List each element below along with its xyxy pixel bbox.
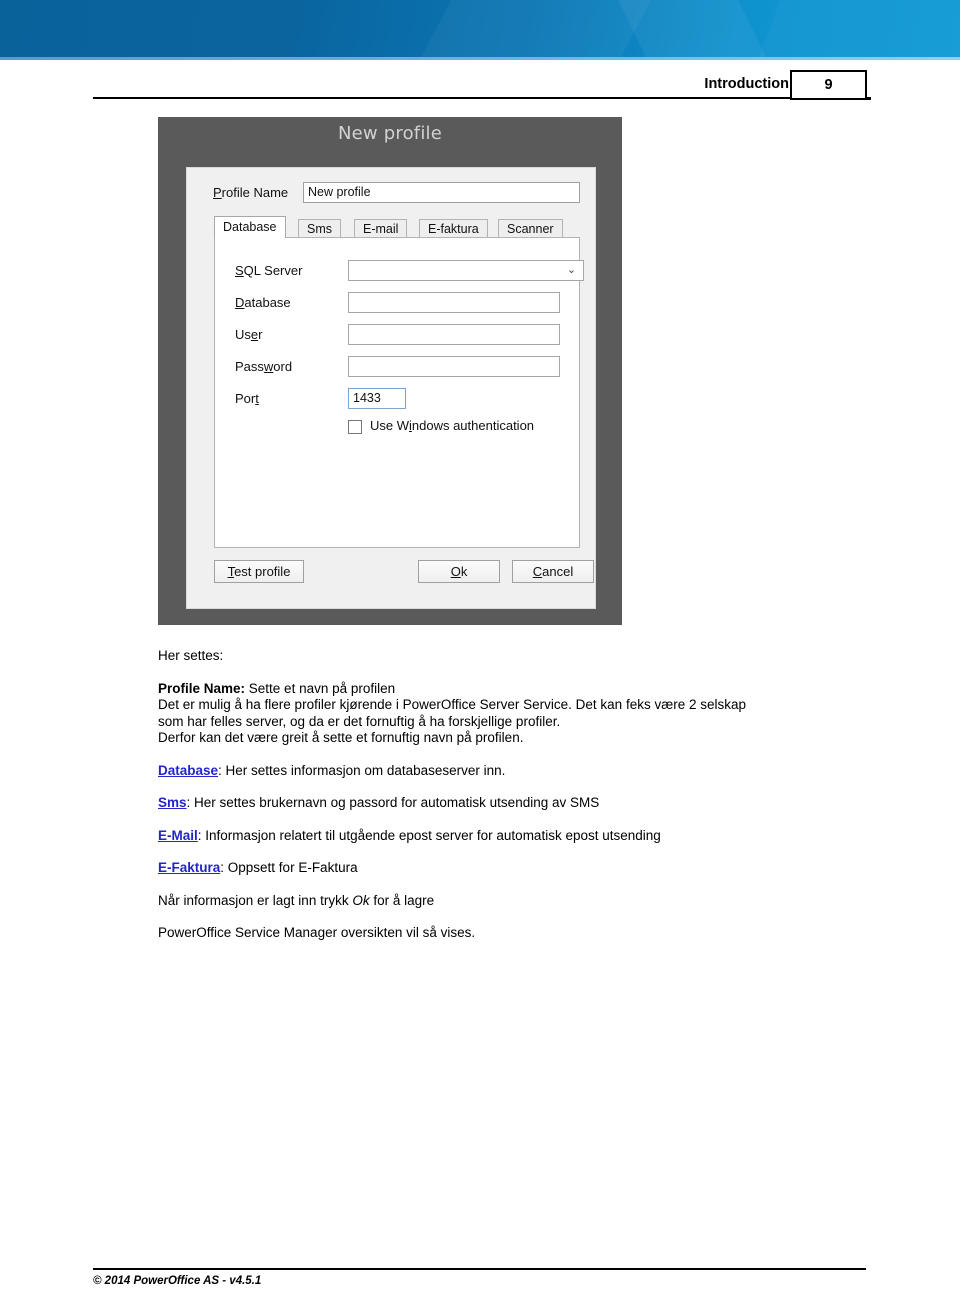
running-head-tick — [866, 97, 871, 100]
tab-sms[interactable]: Sms — [298, 219, 341, 237]
database-desc: : Her settes informasjon om databaseserv… — [218, 762, 506, 778]
profile-name-line2: Det er mulig å ha flere profiler kjørend… — [158, 697, 746, 712]
database-label: Database — [235, 295, 291, 310]
field-row-user: User — [215, 324, 581, 346]
efaktura-paragraph: E-Faktura: Oppsett for E-Faktura — [158, 860, 878, 877]
windows-auth-checkbox[interactable] — [348, 420, 362, 434]
sms-desc: : Her settes brukernavn og passord for a… — [186, 795, 600, 810]
page-number: 9 — [824, 77, 833, 93]
profile-name-input[interactable]: New profile — [303, 182, 580, 203]
database-input[interactable] — [348, 292, 560, 313]
user-input[interactable] — [348, 324, 560, 345]
intro-line: Her settes: — [158, 648, 224, 663]
screenshot-new-profile-dialog: New profile Profile Name New profile Dat… — [158, 117, 622, 625]
save-note-before: Når informasjon er lagt inn trykk — [158, 892, 353, 908]
port-label: Port — [235, 391, 259, 406]
email-paragraph: E-Mail: Informasjon relatert til utgåend… — [158, 828, 878, 845]
footer-rule — [93, 1268, 866, 1270]
profile-name-line4: Derfor kan det være greit å sette et for… — [158, 730, 524, 745]
banner-facet-right — [733, 0, 960, 57]
profile-name-row: Profile Name New profile — [187, 182, 597, 204]
field-row-port: Port 1433 — [215, 388, 581, 410]
profile-name-label: Profile Name — [213, 185, 289, 200]
field-row-sql-server: SQL Server ⌄ — [215, 260, 584, 282]
save-note: Når informasjon er lagt inn trykk Ok for… — [158, 893, 878, 910]
field-row-database: Database — [215, 292, 581, 314]
email-desc: : Informasjon relatert til utgående epos… — [197, 827, 661, 843]
dialog-title: New profile — [337, 123, 443, 144]
running-head-rule — [93, 97, 793, 99]
sms-paragraph: Sms: Her settes brukernavn og passord fo… — [158, 795, 878, 812]
save-note-emphasis: Ok — [352, 892, 370, 908]
dialog-body: Profile Name New profile Database Sms E-… — [186, 167, 596, 609]
save-note-after: for å lagre — [369, 892, 435, 908]
ok-button[interactable]: Ok — [418, 560, 500, 583]
footer-copyright: © 2014 PowerOffice AS - v4.5.1 — [93, 1275, 262, 1287]
profile-name-desc: Sette et navn på profilen — [245, 680, 396, 696]
efaktura-link[interactable]: E-Faktura — [158, 860, 220, 875]
chevron-down-icon: ⌄ — [566, 264, 577, 276]
cancel-button[interactable]: Cancel — [512, 560, 594, 583]
password-input[interactable] — [348, 356, 560, 377]
chapter-title: Introduction — [704, 76, 789, 92]
database-link[interactable]: Database — [158, 763, 218, 778]
email-link[interactable]: E-Mail — [158, 828, 198, 843]
tab-efaktura[interactable]: E-faktura — [419, 219, 488, 237]
efaktura-desc: : Oppsett for E-Faktura — [220, 860, 358, 875]
closing-line: PowerOffice Service Manager oversikten v… — [158, 925, 476, 940]
tab-strip: Database Sms E-mail E-faktura Scanner — [214, 216, 580, 238]
sql-server-label: SQL Server — [235, 263, 303, 278]
profile-name-term: Profile Name: — [158, 680, 246, 696]
tab-database[interactable]: Database — [214, 216, 286, 238]
tab-panel-database: SQL Server ⌄ Database User Password Port… — [214, 237, 584, 548]
port-input[interactable]: 1433 — [348, 388, 406, 409]
tab-email[interactable]: E-mail — [354, 219, 408, 237]
windows-auth-label: Use Windows authentication — [370, 418, 535, 433]
database-paragraph: Database: Her settes informasjon om data… — [158, 763, 878, 780]
sql-server-combobox[interactable]: ⌄ — [348, 260, 584, 281]
password-label: Password — [235, 359, 293, 374]
profile-name-paragraph: Profile Name: Sette et navn på profilen — [158, 681, 878, 698]
page-top-banner — [0, 0, 960, 57]
profile-name-line3: som har felles server, og da er det forn… — [158, 713, 561, 729]
tab-scanner[interactable]: Scanner — [498, 219, 563, 237]
user-label: User — [235, 327, 263, 342]
sms-link[interactable]: Sms — [158, 795, 187, 810]
field-row-password: Password — [215, 356, 581, 378]
test-profile-button[interactable]: Test profile — [214, 560, 304, 583]
body-copy: Her settes: Profile Name: Sette et navn … — [158, 648, 878, 942]
banner-bottom-edge — [0, 57, 960, 60]
